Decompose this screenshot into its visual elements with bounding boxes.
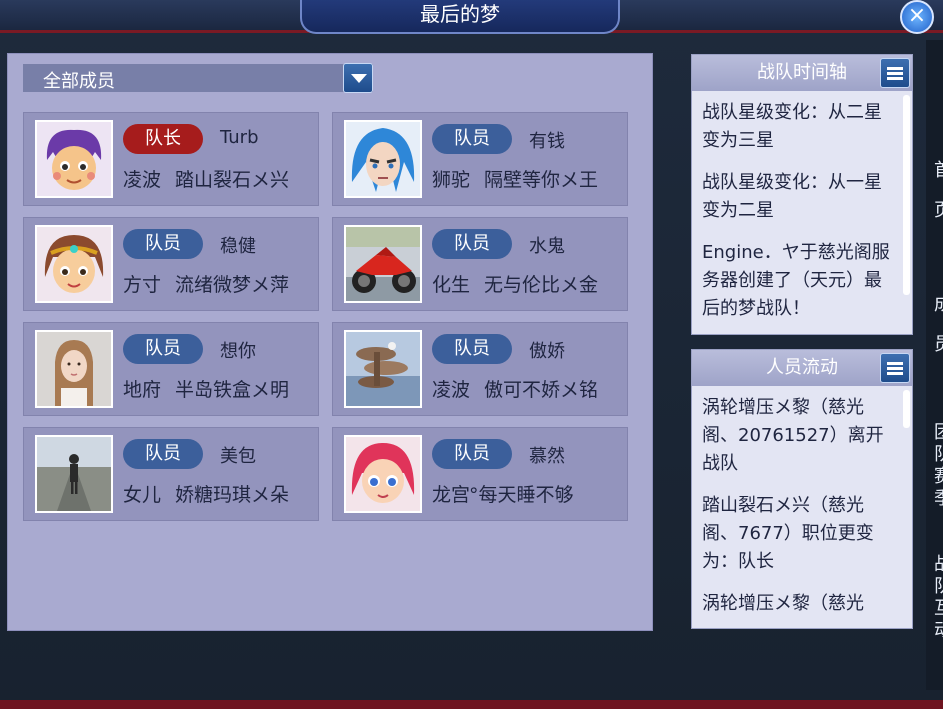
role-badge: 队员 [432,124,512,154]
flow-entry: 踏山裂石メ兴（慈光阁、7677）职位更变为：队长 [702,495,874,572]
member-nickname: 美包 [220,446,256,467]
member-nickname: Turb [220,127,259,148]
flow-list: 涡轮增压メ黎（慈光阁、20761527）离开战队 踏山裂石メ兴（慈光阁、7677… [702,394,897,628]
menu-icon[interactable] [880,353,910,383]
member-card[interactable]: 队员 傲娇 凌波 傲可不娇メ铭 [332,322,628,416]
member-sect: 化生 [432,274,471,296]
member-sect: 凌波 [123,169,162,191]
member-card[interactable]: 队员 想你 地府 半岛铁盒メ明 [23,322,319,416]
side-tab-char[interactable]: 成 [934,290,943,316]
avatar [35,225,113,303]
member-nickname: 慕然 [529,446,565,467]
member-name: °每天睡不够 [469,484,574,506]
side-tab-char[interactable]: 季 [934,484,943,510]
member-name: 娇糖玛琪メ朵 [175,484,290,506]
member-card[interactable]: 队员 美包 女儿 娇糖玛琪メ朵 [23,427,319,521]
role-badge: 队员 [432,334,512,364]
side-tab-char[interactable]: 首 [934,156,943,182]
member-name: 流绪微梦メ萍 [175,274,290,296]
flow-entry: 涡轮增压メ黎（慈光 [702,593,864,614]
side-tab-char[interactable]: 页 [934,196,943,222]
member-card[interactable]: 队员 慕然 龙宫 °每天睡不够 [332,427,628,521]
flow-entry: 涡轮增压メ黎（慈光阁、20761527）离开战队 [702,397,884,474]
timeline-title: 战队时间轴 [692,55,912,91]
member-card[interactable]: 队长 Turb 凌波 踏山裂石メ兴 [23,112,319,206]
member-name: 无与伦比メ金 [484,274,599,296]
role-badge: 队员 [123,229,203,259]
member-sect: 地府 [123,379,162,401]
timeline-entry: 战队星级变化：从一星变为二星 [702,172,882,221]
member-card[interactable]: 队员 有钱 狮驼 隔壁等你メ王 [332,112,628,206]
role-badge: 队员 [123,439,203,469]
timeline-list: 战队星级变化：从二星变为三星 战队星级变化：从一星变为二星 Engine．ヤ于慈… [702,99,897,334]
role-badge: 队长 [123,124,203,154]
member-sect: 方寸 [123,274,162,296]
member-card[interactable]: 队员 稳健 方寸 流绪微梦メ萍 [23,217,319,311]
avatar [35,435,113,513]
member-sect: 狮驼 [432,169,471,191]
filter-selected-label: 全部成员 [43,71,115,92]
member-card[interactable]: 队员 水鬼 化生 无与伦比メ金 [332,217,628,311]
member-name: 傲可不娇メ铭 [484,379,599,401]
role-badge: 队员 [432,229,512,259]
member-name: 踏山裂石メ兴 [175,169,290,191]
timeline-entry: Engine．ヤ于慈光阁服务器创建了（天元）最后的梦战队！ [702,242,890,319]
member-nickname: 傲娇 [529,341,565,362]
member-nickname: 有钱 [529,131,565,152]
role-badge: 队员 [432,439,512,469]
member-nickname: 想你 [220,341,256,362]
side-tab-char[interactable]: 动 [934,616,943,642]
timeline-scrollbar[interactable] [903,95,910,295]
member-nickname: 水鬼 [529,236,565,257]
member-sect: 凌波 [432,379,471,401]
avatar [35,120,113,198]
member-sect: 龙宫 [432,484,471,506]
role-badge: 队员 [123,334,203,364]
avatar [344,120,422,198]
member-sect: 女儿 [123,484,162,506]
member-name: 隔壁等你メ王 [484,169,599,191]
timeline-panel: 战队时间轴 战队星级变化：从二星变为三星 战队星级变化：从一星变为二星 Engi… [691,54,913,335]
avatar [344,225,422,303]
close-icon[interactable]: × [900,0,934,34]
flow-scrollbar[interactable] [903,390,910,428]
avatar [344,330,422,408]
side-tab-char[interactable]: 员 [934,330,943,356]
bottom-border [0,700,943,709]
flow-title: 人员流动 [692,350,912,386]
member-flow-panel: 人员流动 涡轮增压メ黎（慈光阁、20761527）离开战队 踏山裂石メ兴（慈光阁… [691,349,913,629]
member-filter-dropdown[interactable]: 全部成员 [23,63,373,93]
menu-icon[interactable] [880,58,910,88]
avatar [35,330,113,408]
timeline-entry: 战队星级变化：从二星变为三星 [702,102,882,151]
avatar [344,435,422,513]
window-title: 最后的梦 [300,0,620,34]
member-name: 半岛铁盒メ明 [175,379,290,401]
member-nickname: 稳健 [220,236,256,257]
member-panel: 全部成员 队长 Turb 凌波 踏山裂石メ兴 队员 有钱 狮驼 隔壁等你メ王 队… [7,53,653,631]
chevron-down-icon[interactable] [343,63,373,93]
